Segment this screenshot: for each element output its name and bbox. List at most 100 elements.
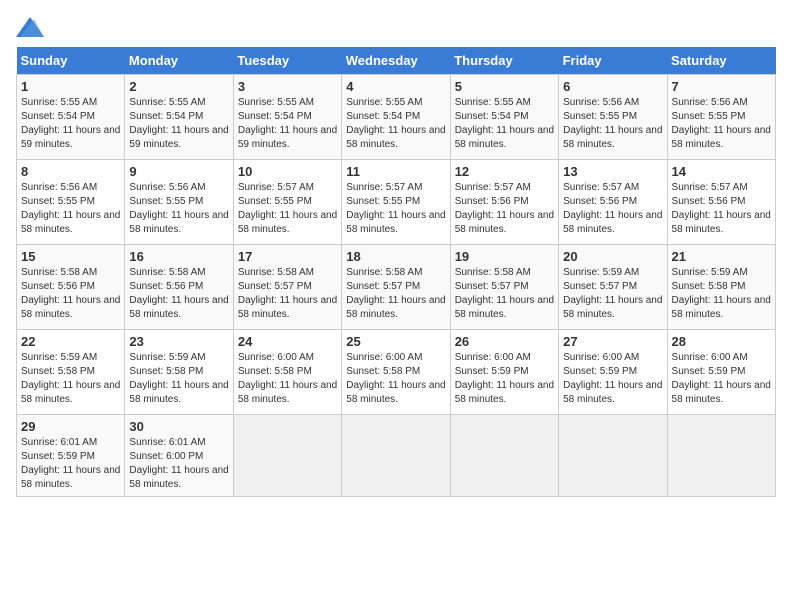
day-info: Sunrise: 6:00 AM Sunset: 5:58 PM Dayligh… — [238, 351, 337, 407]
calendar-cell: 5 Sunrise: 5:55 AM Sunset: 5:54 PM Daylig… — [450, 75, 558, 160]
day-info: Sunrise: 5:57 AM Sunset: 5:55 PM Dayligh… — [346, 181, 445, 237]
day-number: 4 — [346, 79, 445, 94]
week-row-3: 15 Sunrise: 5:58 AM Sunset: 5:56 PM Dayli… — [17, 245, 776, 330]
day-number: 12 — [455, 164, 554, 179]
day-number: 22 — [21, 334, 120, 349]
calendar-cell — [559, 415, 667, 497]
day-number: 15 — [21, 249, 120, 264]
header-wednesday: Wednesday — [342, 47, 450, 75]
day-info: Sunrise: 6:00 AM Sunset: 5:59 PM Dayligh… — [563, 351, 662, 407]
day-info: Sunrise: 5:59 AM Sunset: 5:58 PM Dayligh… — [129, 351, 228, 407]
calendar-cell: 21 Sunrise: 5:59 AM Sunset: 5:58 PM Dayli… — [667, 245, 775, 330]
calendar-cell: 19 Sunrise: 5:58 AM Sunset: 5:57 PM Dayli… — [450, 245, 558, 330]
day-info: Sunrise: 5:57 AM Sunset: 5:55 PM Dayligh… — [238, 181, 337, 237]
day-info: Sunrise: 5:58 AM Sunset: 5:57 PM Dayligh… — [238, 266, 337, 322]
day-number: 28 — [672, 334, 771, 349]
calendar-table: SundayMondayTuesdayWednesdayThursdayFrid… — [16, 47, 776, 497]
header-monday: Monday — [125, 47, 233, 75]
calendar-cell: 9 Sunrise: 5:56 AM Sunset: 5:55 PM Daylig… — [125, 160, 233, 245]
day-info: Sunrise: 5:55 AM Sunset: 5:54 PM Dayligh… — [129, 96, 228, 152]
day-number: 23 — [129, 334, 228, 349]
calendar-cell: 10 Sunrise: 5:57 AM Sunset: 5:55 PM Dayli… — [233, 160, 341, 245]
day-info: Sunrise: 5:55 AM Sunset: 5:54 PM Dayligh… — [455, 96, 554, 152]
day-info: Sunrise: 5:59 AM Sunset: 5:58 PM Dayligh… — [21, 351, 120, 407]
day-info: Sunrise: 5:59 AM Sunset: 5:58 PM Dayligh… — [672, 266, 771, 322]
day-info: Sunrise: 5:58 AM Sunset: 5:56 PM Dayligh… — [21, 266, 120, 322]
day-number: 14 — [672, 164, 771, 179]
day-number: 26 — [455, 334, 554, 349]
day-info: Sunrise: 5:56 AM Sunset: 5:55 PM Dayligh… — [672, 96, 771, 152]
day-info: Sunrise: 5:55 AM Sunset: 5:54 PM Dayligh… — [21, 96, 120, 152]
logo-icon — [16, 17, 44, 37]
calendar-cell: 3Sunrise: 5:55 AM Sunset: 5:54 PM Daylig… — [233, 75, 341, 160]
calendar-cell: 13Sunrise: 5:57 AM Sunset: 5:56 PM Dayli… — [559, 160, 667, 245]
day-info: Sunrise: 6:00 AM Sunset: 5:59 PM Dayligh… — [455, 351, 554, 407]
day-number: 20 — [563, 249, 662, 264]
calendar-cell: 18 Sunrise: 5:58 AM Sunset: 5:57 PM Dayli… — [342, 245, 450, 330]
week-row-1: 1 Sunrise: 5:55 AM Sunset: 5:54 PM Daylig… — [17, 75, 776, 160]
week-row-5: 29 Sunrise: 6:01 AM Sunset: 5:59 PM Dayli… — [17, 415, 776, 497]
day-number: 5 — [455, 79, 554, 94]
day-number: 17 — [238, 249, 337, 264]
day-info: Sunrise: 5:56 AM Sunset: 5:55 PM Dayligh… — [129, 181, 228, 237]
day-number: 2 — [129, 79, 228, 94]
header-sunday: Sunday — [17, 47, 125, 75]
day-number: 25 — [346, 334, 445, 349]
day-number: 29 — [21, 419, 120, 434]
logo — [16, 16, 48, 37]
day-number: 10 — [238, 164, 337, 179]
day-number: 18 — [346, 249, 445, 264]
day-number: 7 — [672, 79, 771, 94]
calendar-cell: 24 Sunrise: 6:00 AM Sunset: 5:58 PM Dayli… — [233, 330, 341, 415]
day-number: 6 — [563, 79, 662, 94]
day-info: Sunrise: 5:59 AM Sunset: 5:57 PM Dayligh… — [563, 266, 662, 322]
day-info: Sunrise: 6:01 AM Sunset: 6:00 PM Dayligh… — [129, 436, 228, 492]
day-info: Sunrise: 5:56 AM Sunset: 5:55 PM Dayligh… — [563, 96, 662, 152]
day-number: 24 — [238, 334, 337, 349]
calendar-cell: 16 Sunrise: 5:58 AM Sunset: 5:56 PM Dayli… — [125, 245, 233, 330]
day-info: Sunrise: 5:58 AM Sunset: 5:57 PM Dayligh… — [346, 266, 445, 322]
calendar-cell — [667, 415, 775, 497]
calendar-cell: 6 Sunrise: 5:56 AM Sunset: 5:55 PM Daylig… — [559, 75, 667, 160]
week-row-4: 22 Sunrise: 5:59 AM Sunset: 5:58 PM Dayli… — [17, 330, 776, 415]
day-number: 9 — [129, 164, 228, 179]
calendar-cell: 8Sunrise: 5:56 AM Sunset: 5:55 PM Daylig… — [17, 160, 125, 245]
calendar-cell: 15 Sunrise: 5:58 AM Sunset: 5:56 PM Dayli… — [17, 245, 125, 330]
day-number: 11 — [346, 164, 445, 179]
day-number: 21 — [672, 249, 771, 264]
calendar-cell: 26 Sunrise: 6:00 AM Sunset: 5:59 PM Dayli… — [450, 330, 558, 415]
header — [16, 16, 776, 37]
header-row: SundayMondayTuesdayWednesdayThursdayFrid… — [17, 47, 776, 75]
day-number: 16 — [129, 249, 228, 264]
day-info: Sunrise: 5:57 AM Sunset: 5:56 PM Dayligh… — [672, 181, 771, 237]
header-tuesday: Tuesday — [233, 47, 341, 75]
day-number: 19 — [455, 249, 554, 264]
day-info: Sunrise: 5:55 AM Sunset: 5:54 PM Dayligh… — [346, 96, 445, 152]
day-info: Sunrise: 5:58 AM Sunset: 5:57 PM Dayligh… — [455, 266, 554, 322]
calendar-cell: 2 Sunrise: 5:55 AM Sunset: 5:54 PM Daylig… — [125, 75, 233, 160]
calendar-cell: 7 Sunrise: 5:56 AM Sunset: 5:55 PM Daylig… — [667, 75, 775, 160]
day-number: 27 — [563, 334, 662, 349]
calendar-cell: 4 Sunrise: 5:55 AM Sunset: 5:54 PM Daylig… — [342, 75, 450, 160]
day-info: Sunrise: 5:57 AM Sunset: 5:56 PM Dayligh… — [455, 181, 554, 237]
calendar-cell: 17 Sunrise: 5:58 AM Sunset: 5:57 PM Dayli… — [233, 245, 341, 330]
header-thursday: Thursday — [450, 47, 558, 75]
calendar-cell: 25Sunrise: 6:00 AM Sunset: 5:58 PM Dayli… — [342, 330, 450, 415]
day-info: Sunrise: 6:01 AM Sunset: 5:59 PM Dayligh… — [21, 436, 120, 492]
calendar-cell: 20 Sunrise: 5:59 AM Sunset: 5:57 PM Dayli… — [559, 245, 667, 330]
day-number: 8 — [21, 164, 120, 179]
calendar-cell — [450, 415, 558, 497]
day-number: 3 — [238, 79, 337, 94]
calendar-cell — [233, 415, 341, 497]
header-friday: Friday — [559, 47, 667, 75]
calendar-cell: 29 Sunrise: 6:01 AM Sunset: 5:59 PM Dayli… — [17, 415, 125, 497]
day-info: Sunrise: 5:57 AM Sunset: 5:56 PM Dayligh… — [563, 181, 662, 237]
calendar-cell-1: 1 Sunrise: 5:55 AM Sunset: 5:54 PM Daylig… — [17, 75, 125, 160]
day-info: Sunrise: 6:00 AM Sunset: 5:59 PM Dayligh… — [672, 351, 771, 407]
calendar-cell: 22 Sunrise: 5:59 AM Sunset: 5:58 PM Dayli… — [17, 330, 125, 415]
calendar-cell: 30Sunrise: 6:01 AM Sunset: 6:00 PM Dayli… — [125, 415, 233, 497]
day-info: Sunrise: 5:58 AM Sunset: 5:56 PM Dayligh… — [129, 266, 228, 322]
header-saturday: Saturday — [667, 47, 775, 75]
calendar-cell: 14 Sunrise: 5:57 AM Sunset: 5:56 PM Dayli… — [667, 160, 775, 245]
day-number: 1 — [21, 79, 120, 94]
